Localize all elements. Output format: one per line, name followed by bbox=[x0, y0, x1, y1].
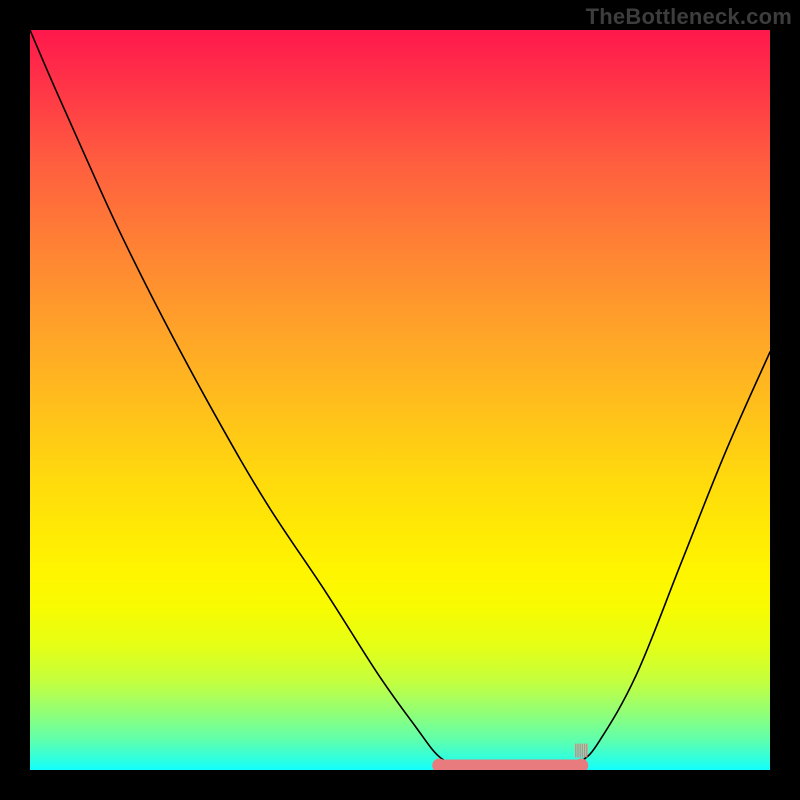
bottleneck-curve bbox=[30, 30, 770, 769]
plot-area bbox=[30, 30, 770, 770]
right-endpoint-tick-cluster bbox=[576, 744, 587, 758]
curve-layer bbox=[30, 30, 770, 770]
watermark-text: TheBottleneck.com bbox=[586, 4, 792, 30]
chart-frame: TheBottleneck.com bbox=[0, 0, 800, 800]
